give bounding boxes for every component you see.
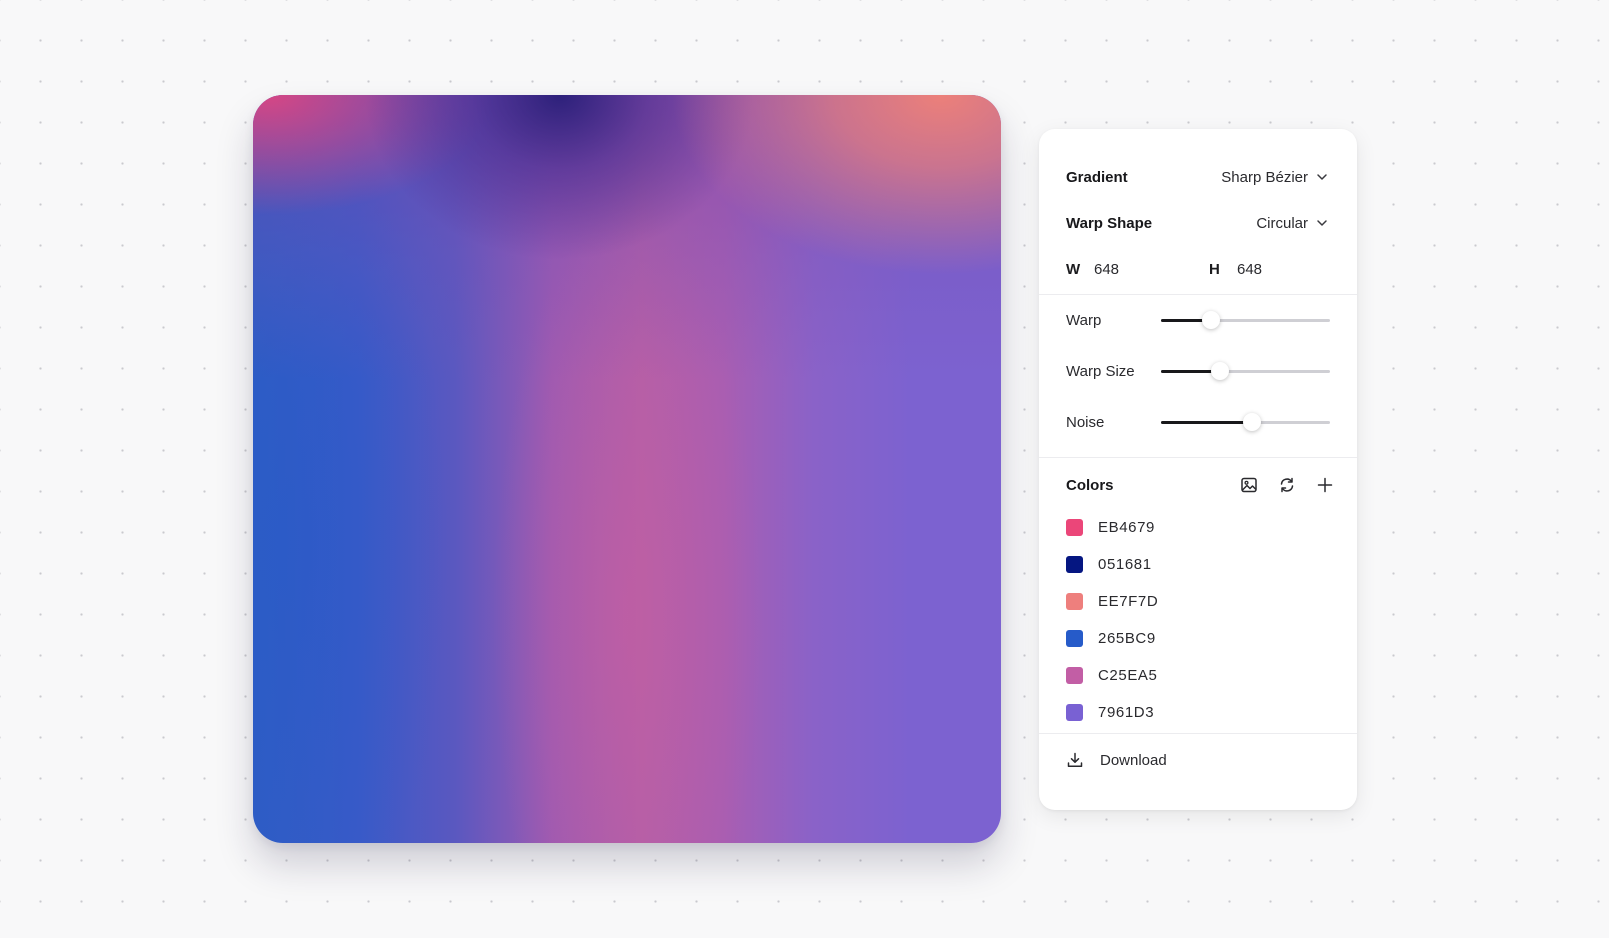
gradient-value: Sharp Bézier (1221, 168, 1308, 186)
gradient-row: Gradient Sharp Bézier (1066, 165, 1330, 189)
color-item[interactable]: EB4679 (1066, 509, 1158, 546)
slider-thumb[interactable] (1210, 362, 1229, 380)
color-item[interactable]: 7961D3 (1066, 694, 1158, 731)
slider-thumb[interactable] (1202, 311, 1221, 329)
warp-label: Warp (1066, 311, 1102, 329)
colors-header: Colors (1066, 473, 1333, 497)
color-swatch[interactable] (1066, 519, 1083, 536)
refresh-icon[interactable] (1276, 474, 1298, 496)
width-input[interactable] (1094, 260, 1184, 278)
color-swatch[interactable] (1066, 556, 1083, 573)
warp-size-slider[interactable] (1160, 361, 1330, 381)
chevron-down-icon (1317, 220, 1327, 226)
warp-shape-label: Warp Shape (1066, 214, 1153, 232)
warp-shape-dropdown[interactable]: Circular (1256, 215, 1330, 232)
gradient-layer (253, 95, 1001, 843)
color-hex[interactable]: EB4679 (1098, 519, 1155, 536)
plus-icon (1317, 477, 1333, 493)
warp-slider[interactable] (1160, 310, 1330, 330)
width-group: W (1066, 260, 1209, 278)
color-item[interactable]: C25EA5 (1066, 657, 1158, 694)
color-hex[interactable]: 7961D3 (1098, 704, 1154, 721)
download-icon (1067, 752, 1083, 767)
slider-row-noise: Noise (1066, 410, 1330, 434)
refresh-icon (1280, 477, 1294, 493)
color-hex[interactable]: 265BC9 (1098, 630, 1156, 647)
image-icon (1241, 477, 1257, 493)
color-item[interactable]: 265BC9 (1066, 620, 1158, 657)
slider-thumb[interactable] (1243, 413, 1262, 431)
slider-row-warp: Warp (1066, 308, 1330, 332)
colors-label: Colors (1066, 476, 1114, 494)
divider (1039, 457, 1357, 458)
warp-size-label: Warp Size (1066, 362, 1135, 380)
gradient-dropdown[interactable]: Sharp Bézier (1221, 169, 1330, 186)
color-hex[interactable]: 051681 (1098, 556, 1152, 573)
slider-fill (1160, 421, 1253, 424)
noise-label: Noise (1066, 413, 1105, 431)
color-item[interactable]: 051681 (1066, 546, 1158, 583)
color-list: EB4679 051681 EE7F7D 265BC9 C25EA5 7961D… (1066, 509, 1158, 731)
download-button[interactable]: Download (1066, 751, 1167, 769)
divider (1039, 733, 1357, 734)
height-input[interactable] (1237, 260, 1327, 278)
color-hex[interactable]: EE7F7D (1098, 593, 1158, 610)
warp-shape-value: Circular (1256, 214, 1308, 232)
image-icon[interactable] (1238, 474, 1260, 496)
colors-actions (1238, 474, 1336, 496)
color-swatch[interactable] (1066, 704, 1083, 721)
height-label: H (1209, 260, 1220, 278)
color-item[interactable]: EE7F7D (1066, 583, 1158, 620)
dimensions-row: W H (1066, 257, 1330, 281)
height-group: H (1209, 260, 1327, 278)
gradient-preview (253, 95, 1001, 843)
download-label: Download (1100, 751, 1167, 769)
slider-row-warp-size: Warp Size (1066, 359, 1330, 383)
width-label: W (1066, 260, 1081, 278)
gradient-label: Gradient (1066, 168, 1128, 186)
color-swatch[interactable] (1066, 630, 1083, 647)
color-swatch[interactable] (1066, 667, 1083, 684)
color-hex[interactable]: C25EA5 (1098, 667, 1157, 684)
noise-slider[interactable] (1160, 412, 1330, 432)
warp-shape-row: Warp Shape Circular (1066, 211, 1330, 235)
plus-icon[interactable] (1314, 474, 1336, 496)
divider (1039, 294, 1357, 295)
settings-panel: Gradient Sharp Bézier Warp Shape Circula… (1039, 129, 1357, 810)
color-swatch[interactable] (1066, 593, 1083, 610)
chevron-down-icon (1317, 174, 1327, 180)
